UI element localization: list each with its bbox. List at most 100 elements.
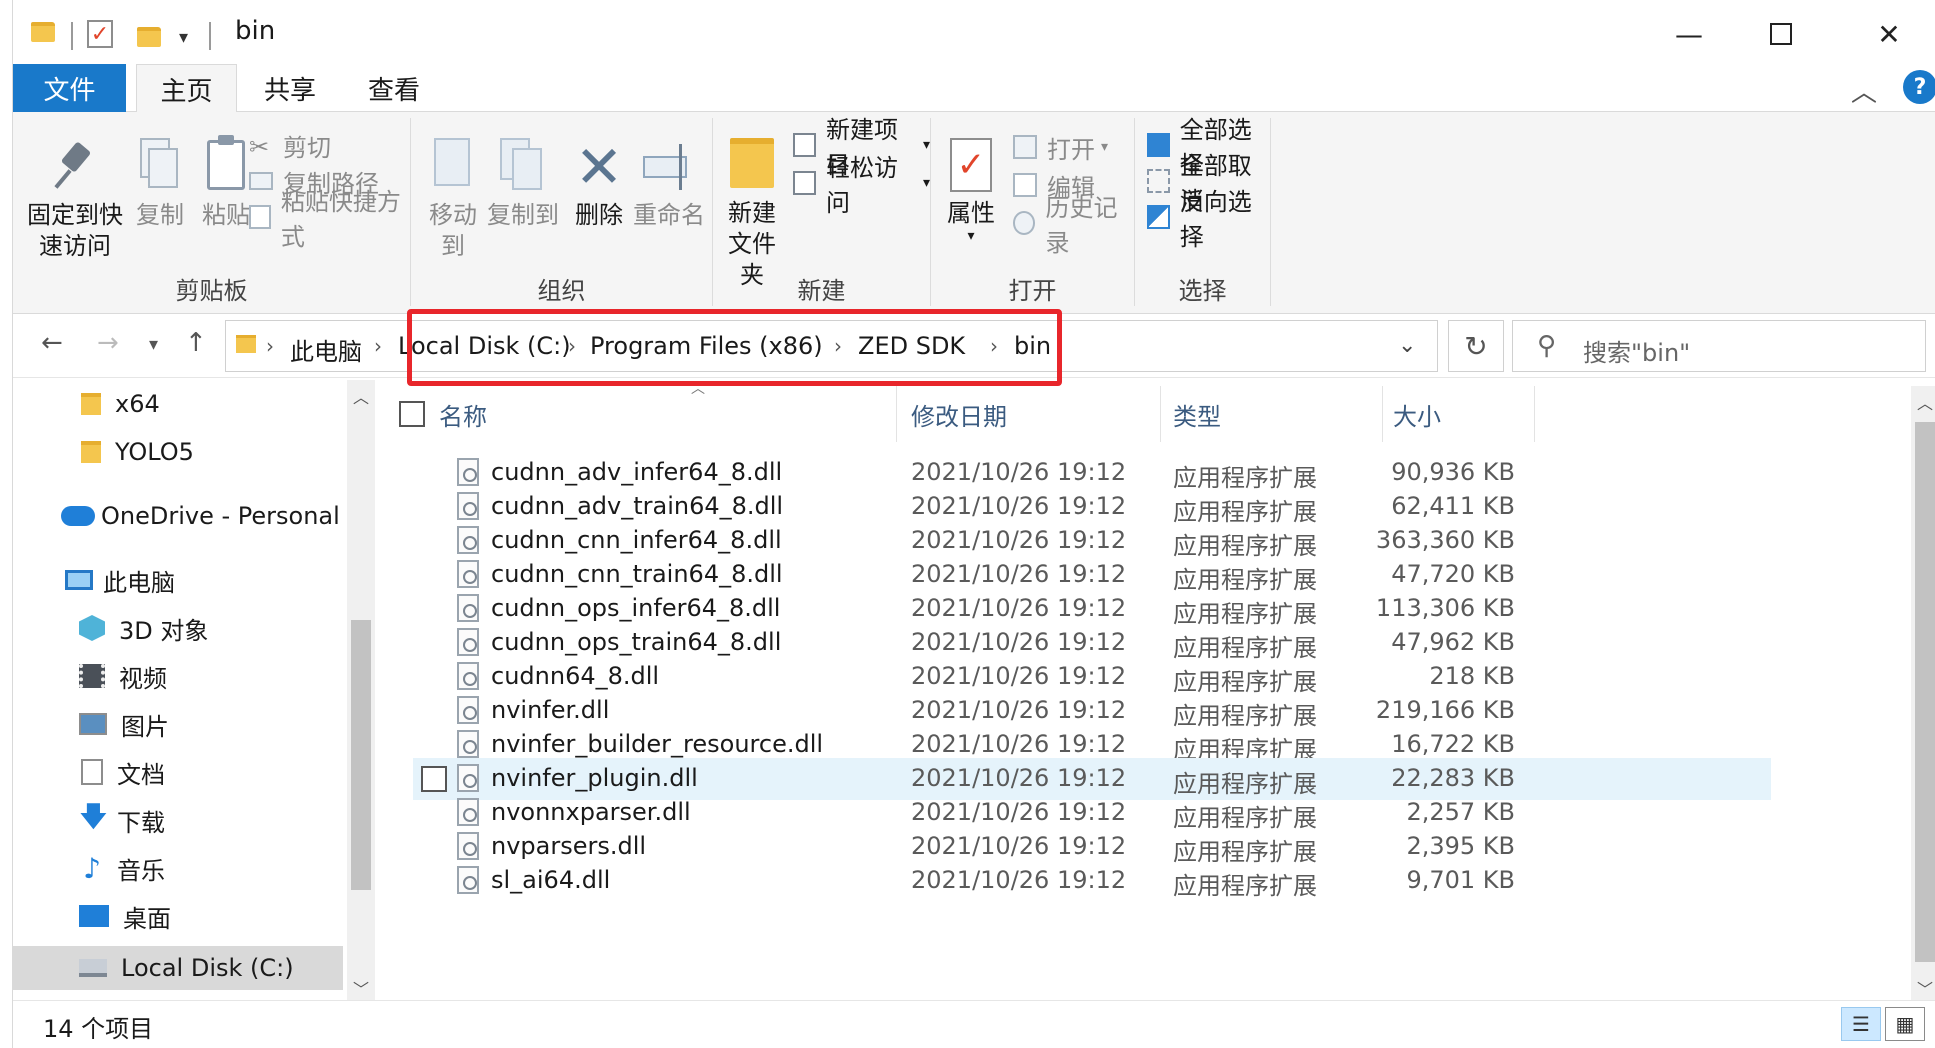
move-to-icon	[428, 138, 478, 194]
tab-view[interactable]: 查看	[349, 64, 439, 112]
nav-item-3d-objects[interactable]: 3D 对象	[13, 606, 343, 650]
nav-item-documents[interactable]: 文档	[13, 750, 343, 794]
file-list-scrollbar[interactable]: ︿ ﹀	[1911, 386, 1935, 1000]
back-arrow-icon[interactable]: ←	[41, 328, 63, 358]
scroll-down-chevron-icon[interactable]: ﹀	[1917, 976, 1933, 1000]
breadcrumb-this-pc[interactable]: 此电脑	[290, 332, 362, 367]
file-name: sl_ai64.dll	[491, 866, 611, 894]
pin-quick-access-button[interactable]: 固定到快 速访问	[23, 138, 127, 262]
ribbon: 固定到快 速访问 复制 粘贴 ✂ 剪切 复制路径 粘贴快捷方式 剪贴板 移动到 …	[13, 112, 1935, 314]
tab-share[interactable]: 共享	[245, 64, 335, 112]
nav-item-x64[interactable]: x64	[13, 382, 343, 426]
breadcrumb-zed-sdk[interactable]: ZED SDK	[858, 332, 965, 360]
breadcrumb-chevron-icon[interactable]: ›	[266, 334, 274, 358]
invert-selection-button[interactable]: 反向选择	[1147, 188, 1270, 251]
file-date: 2021/10/26 19:12	[911, 730, 1127, 758]
nav-item-yolo5[interactable]: YOLO5	[13, 430, 343, 474]
nav-item-label: 此电脑	[103, 568, 175, 597]
computer-icon	[65, 570, 93, 590]
scrollbar-thumb[interactable]	[351, 620, 371, 890]
item-count: 14 个项目	[43, 1015, 154, 1043]
easy-access-button[interactable]: 轻松访问 ▾	[793, 154, 930, 217]
copy-to-button[interactable]: 复制到	[487, 138, 559, 231]
column-header-name[interactable]: 名称	[439, 386, 897, 442]
file-type: 应用程序扩展	[1173, 872, 1317, 900]
nav-item-videos[interactable]: 视频	[13, 654, 343, 698]
maximize-button[interactable]	[1735, 8, 1827, 60]
open-button[interactable]: 打开 ▾	[1013, 130, 1108, 164]
dll-file-icon	[457, 662, 479, 690]
rename-button[interactable]: 重命名	[633, 138, 705, 231]
3d-objects-icon	[79, 615, 105, 641]
column-header-type[interactable]: 类型	[1173, 386, 1383, 442]
forward-arrow-icon[interactable]: →	[97, 328, 119, 358]
scrollbar-thumb[interactable]	[1915, 422, 1935, 962]
minimize-button[interactable]: —	[1643, 8, 1735, 60]
customize-toolbar-chevron-icon[interactable]: ▾	[179, 20, 188, 54]
search-input[interactable]: 搜索"bin"	[1583, 333, 1690, 368]
search-box[interactable]: ⚲ 搜索"bin"	[1512, 320, 1926, 372]
details-view-icon[interactable]: ☰	[1841, 1007, 1881, 1041]
nav-item-desktop[interactable]: 桌面	[13, 894, 343, 938]
breadcrumb-chevron-icon[interactable]: ›	[374, 334, 382, 358]
select-all-checkbox[interactable]	[399, 401, 425, 427]
large-icons-view-icon[interactable]: ▦	[1885, 1007, 1925, 1041]
navigation-pane: x64 YOLO5 OneDrive - Personal 此电脑 3D 对象 …	[13, 380, 375, 1000]
properties-quick-icon[interactable]: ✓	[87, 20, 113, 48]
breadcrumb-local-disk[interactable]: Local Disk (C:)	[398, 332, 571, 360]
file-date: 2021/10/26 19:12	[911, 662, 1127, 690]
scroll-up-chevron-icon[interactable]: ︿	[1917, 390, 1933, 414]
nav-item-onedrive[interactable]: OneDrive - Personal	[13, 494, 343, 538]
breadcrumb-chevron-icon[interactable]: ›	[568, 334, 576, 358]
breadcrumb-bin[interactable]: bin	[1014, 332, 1051, 360]
breadcrumb-chevron-icon[interactable]: ›	[990, 334, 998, 358]
invert-selection-icon	[1147, 205, 1170, 229]
address-bar[interactable]: › 此电脑 › Local Disk (C:) › Program Files …	[225, 320, 1438, 372]
breadcrumb-program-files[interactable]: Program Files (x86)	[590, 332, 823, 360]
tab-file[interactable]: 文件	[13, 64, 126, 112]
new-folder-quick-icon[interactable]	[137, 20, 161, 54]
quick-access-folder-icon[interactable]	[31, 20, 57, 44]
navigation-scrollbar[interactable]: ︿ ﹀	[347, 380, 375, 1000]
copy-button[interactable]: 复制	[125, 138, 195, 231]
nav-item-downloads[interactable]: 🡇 下载	[13, 798, 343, 842]
breadcrumb-chevron-icon[interactable]: ›	[834, 334, 842, 358]
new-folder-button[interactable]: 新建 文件夹	[719, 138, 785, 291]
status-bar: 14 个项目 ☰ ▦	[13, 1000, 1935, 1048]
scroll-down-chevron-icon[interactable]: ﹀	[353, 976, 369, 1000]
address-history-chevron-icon[interactable]: ⌄	[1398, 333, 1416, 358]
nav-item-this-pc[interactable]: 此电脑	[13, 558, 343, 602]
close-button[interactable]: ✕	[1843, 8, 1935, 60]
rename-icon	[641, 138, 697, 194]
scroll-up-chevron-icon[interactable]: ︿	[353, 384, 369, 408]
dll-file-icon	[457, 492, 479, 520]
up-arrow-icon[interactable]: ↑	[185, 328, 207, 358]
copy-path-icon	[249, 172, 273, 190]
file-name: cudnn_ops_infer64_8.dll	[491, 594, 781, 622]
properties-button[interactable]: ✓ 属性 ▾	[941, 138, 1001, 243]
move-to-button[interactable]: 移动到	[419, 138, 487, 262]
pin-icon	[55, 142, 95, 190]
file-date: 2021/10/26 19:12	[911, 628, 1127, 656]
toolbar-divider	[71, 22, 73, 50]
column-header-date[interactable]: 修改日期	[911, 386, 1161, 442]
column-header-size[interactable]: 大小	[1393, 386, 1535, 442]
tab-home[interactable]: 主页	[136, 64, 237, 113]
table-row[interactable]: sl_ai64.dll 2021/10/26 19:12 应用程序扩展 9,701 K…	[413, 860, 1771, 902]
file-name: cudnn_adv_infer64_8.dll	[491, 458, 783, 486]
nav-item-local-disk[interactable]: Local Disk (C:)	[13, 946, 343, 990]
nav-item-music[interactable]: ♪ 音乐	[13, 846, 343, 890]
delete-button[interactable]: ✕ 删除	[569, 138, 629, 231]
file-size: 90,936 KB	[1391, 458, 1515, 486]
refresh-icon[interactable]: ↻	[1448, 320, 1504, 372]
group-open: ✓ 属性 ▾ 打开 ▾ 编辑 历史记录 打开	[931, 118, 1135, 306]
recent-locations-chevron-icon[interactable]: ▾	[149, 334, 158, 355]
row-checkbox[interactable]	[421, 766, 447, 792]
nav-item-pictures[interactable]: 图片	[13, 702, 343, 746]
history-button[interactable]: 历史记录	[1013, 194, 1134, 257]
cut-button[interactable]: ✂ 剪切	[249, 128, 331, 162]
collapse-ribbon-chevron-icon[interactable]: ︿	[1851, 72, 1877, 109]
file-name: nvinfer_plugin.dll	[491, 764, 698, 792]
paste-shortcut-button[interactable]: 粘贴快捷方式	[249, 188, 410, 251]
help-icon[interactable]: ?	[1903, 70, 1935, 104]
